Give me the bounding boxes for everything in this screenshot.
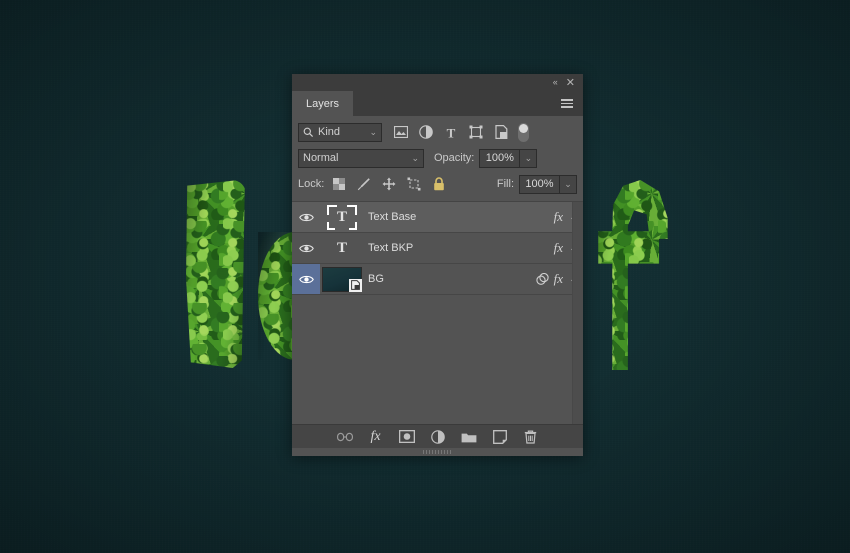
lock-all-icon[interactable] xyxy=(432,177,446,191)
layer-style-fx-icon[interactable]: fx xyxy=(368,429,384,445)
panel-tab-strip: Layers xyxy=(292,91,583,116)
filter-kind-select[interactable]: Kind ⌄ xyxy=(298,122,382,142)
type-thumbnail-glyph: T xyxy=(336,208,347,225)
smart-object-badge-icon xyxy=(349,278,362,292)
new-adjustment-layer-icon[interactable] xyxy=(430,429,446,445)
new-group-icon[interactable] xyxy=(461,429,477,445)
lock-artboard-nesting-icon[interactable] xyxy=(407,177,421,191)
lock-image-pixels-icon[interactable] xyxy=(357,177,371,191)
layer-mask-circle-icon[interactable] xyxy=(535,272,549,286)
type-layer-thumbnail: T xyxy=(327,236,357,261)
layer-name[interactable]: Text BKP xyxy=(364,242,554,254)
svg-text:T: T xyxy=(447,126,456,139)
lock-transparent-pixels-icon[interactable] xyxy=(332,177,346,191)
layer-visibility-toggle[interactable] xyxy=(292,264,320,294)
layer-name[interactable]: BG xyxy=(364,273,536,285)
eye-icon xyxy=(298,275,314,283)
layer-thumbnail[interactable] xyxy=(320,264,364,294)
layers-list-scrollbar[interactable] xyxy=(572,202,583,424)
table-row[interactable]: T Text Base fx ⌄ xyxy=(292,202,583,233)
fx-glyph: fx xyxy=(370,428,381,444)
filter-icon-group: T xyxy=(394,125,508,139)
filter-smart-object-icon[interactable] xyxy=(494,125,508,139)
table-row[interactable]: BG fx ⌄ xyxy=(292,264,583,295)
lock-icon-group xyxy=(332,177,446,191)
filter-shape-layers-icon[interactable] xyxy=(469,125,483,139)
opacity-label: Opacity: xyxy=(434,152,475,164)
filter-kind-value: Kind xyxy=(318,126,341,138)
layer-thumbnail[interactable]: T xyxy=(320,202,364,232)
close-panel-icon[interactable]: ✕ xyxy=(566,77,575,88)
lock-fill-row: Lock: Fill: 100% ⌄ xyxy=(298,173,577,195)
chevron-down-icon: ⌄ xyxy=(369,126,377,137)
eye-icon xyxy=(298,213,314,221)
panel-resize-grip[interactable] xyxy=(292,448,583,456)
link-layers-icon[interactable] xyxy=(336,429,353,445)
panel-footer-toolbar: fx xyxy=(292,424,583,448)
layer-visibility-toggle[interactable] xyxy=(292,233,320,263)
filter-row: Kind ⌄ T xyxy=(298,121,577,143)
magnifier-icon xyxy=(303,127,314,138)
new-layer-icon[interactable] xyxy=(492,429,508,445)
fill-chevron-down-icon[interactable]: ⌄ xyxy=(560,174,577,194)
layer-effects-fx-icon[interactable]: fx xyxy=(554,240,563,256)
layer-visibility-toggle[interactable] xyxy=(292,202,320,232)
filter-adjustment-layers-icon[interactable] xyxy=(419,125,433,139)
layer-thumbnail[interactable]: T xyxy=(320,233,364,263)
fill-input[interactable]: 100% xyxy=(519,174,560,194)
opacity-input[interactable]: 100% xyxy=(479,148,521,168)
panel-menu-icon[interactable] xyxy=(551,91,583,116)
ivy-letter-i xyxy=(186,180,245,368)
opacity-chevron-down-icon[interactable]: ⌄ xyxy=(520,148,538,168)
layers-list: T Text Base fx ⌄ T Text BKP xyxy=(292,202,583,424)
chevron-down-icon: ⌄ xyxy=(411,152,419,163)
blend-opacity-row: Normal ⌄ Opacity: 100% ⌄ xyxy=(298,147,577,169)
delete-layer-icon[interactable] xyxy=(523,429,539,445)
layer-effects-fx-icon[interactable]: fx xyxy=(554,209,563,225)
filter-pixel-layers-icon[interactable] xyxy=(394,125,408,139)
filter-enable-toggle[interactable] xyxy=(518,122,529,142)
lock-label: Lock: xyxy=(298,178,325,190)
layers-panel: « ✕ Layers Kind ⌄ T Normal ⌄ Opacity: 10… xyxy=(292,74,583,456)
image-layer-thumbnail xyxy=(322,266,362,292)
collapse-panel-icon[interactable]: « xyxy=(553,78,558,87)
panel-titlebar: « ✕ xyxy=(292,74,583,91)
fill-label: Fill: xyxy=(496,178,514,190)
panel-controls: Kind ⌄ T Normal ⌄ Opacity: 100% ⌄ Lock: … xyxy=(292,116,583,199)
type-thumbnail-glyph: T xyxy=(336,239,347,256)
blend-mode-value: Normal xyxy=(303,152,339,164)
lock-position-icon[interactable] xyxy=(382,177,396,191)
layer-name[interactable]: Text Base xyxy=(364,211,554,223)
filter-type-layers-icon[interactable]: T xyxy=(444,125,458,139)
blend-mode-select[interactable]: Normal ⌄ xyxy=(298,148,424,168)
add-layer-mask-icon[interactable] xyxy=(398,429,415,445)
tab-layers[interactable]: Layers xyxy=(292,91,354,116)
eye-icon xyxy=(298,244,314,252)
table-row[interactable]: T Text BKP fx ⌄ xyxy=(292,233,583,264)
layer-effects-fx-icon[interactable]: fx xyxy=(554,271,563,287)
type-layer-thumbnail: T xyxy=(327,204,357,230)
